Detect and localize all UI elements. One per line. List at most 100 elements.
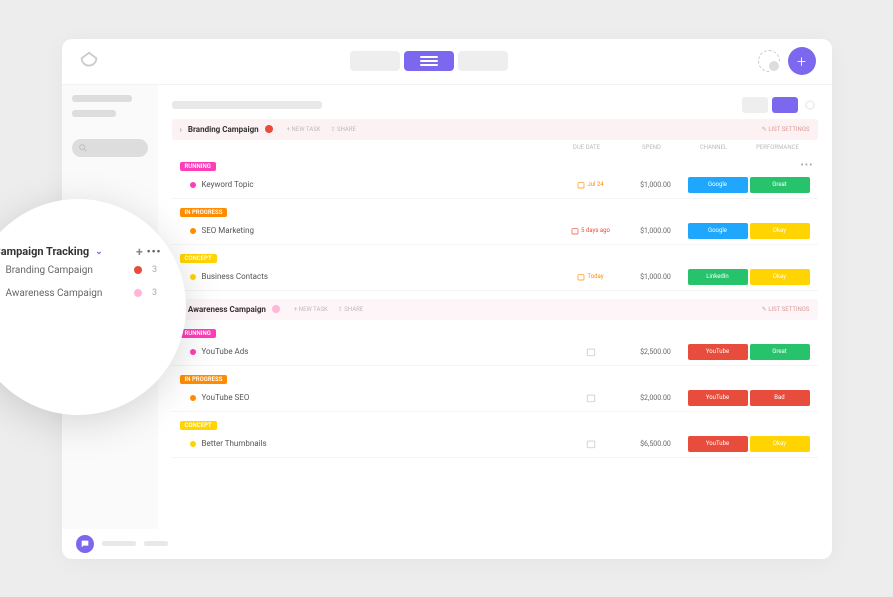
tag-chip[interactable]: Okay — [750, 436, 810, 452]
logo-icon — [78, 50, 100, 72]
task-row[interactable]: •••Keyword TopicJul 24$1,000.00GoogleGre… — [172, 172, 818, 199]
column-headers: DUE DATESPENDCHANNELPERFORMANCE — [172, 140, 818, 153]
share-link[interactable]: ⇪ SHARE — [331, 126, 356, 133]
footer — [62, 529, 832, 559]
sidebar-item-placeholder[interactable] — [72, 110, 116, 117]
view-tabs — [350, 51, 508, 71]
list-icon — [420, 56, 438, 66]
breadcrumb-placeholder — [172, 101, 322, 109]
status-bullet — [190, 349, 196, 355]
task-name: Better Thumbnails — [202, 439, 556, 448]
task-row[interactable]: YouTube SEO $2,000.00YouTubeBad — [172, 385, 818, 412]
task-group: ›Awareness Campaign+ NEW TASK⇪ SHARE✎ LI… — [172, 299, 818, 458]
more-icon[interactable]: ••• — [800, 160, 813, 171]
calendar-icon — [577, 181, 585, 189]
zoom-title[interactable]: Campaign Tracking — [0, 245, 89, 258]
chat-button[interactable] — [76, 535, 94, 553]
calendar-icon — [577, 273, 585, 281]
tab-placeholder[interactable] — [458, 51, 508, 71]
tab-placeholder[interactable] — [350, 51, 400, 71]
tag-chip[interactable]: YouTube — [688, 436, 748, 452]
task-row[interactable]: SEO Marketing5 days ago$1,000.00GoogleOk… — [172, 218, 818, 245]
search-icon — [78, 143, 88, 153]
tag-chip[interactable]: Great — [750, 177, 810, 193]
spend-value[interactable]: $2,500.00 — [626, 348, 686, 356]
status-tag[interactable]: CONCEPT — [180, 421, 217, 430]
sidebar-list-item[interactable]: Awareness Campaign3 — [0, 282, 162, 305]
due-date[interactable] — [556, 347, 626, 357]
due-date[interactable] — [556, 393, 626, 403]
tag-chip[interactable]: LinkedIn — [688, 269, 748, 285]
tag-chip[interactable]: Okay — [750, 269, 810, 285]
sidebar-item-placeholder[interactable] — [72, 95, 132, 102]
status-bullet — [190, 182, 196, 188]
task-row[interactable]: Business ContactsToday$1,000.00LinkedInO… — [172, 264, 818, 291]
toolbar-btn-active[interactable] — [772, 97, 798, 113]
task-name: Business Contacts — [202, 272, 556, 281]
footer-placeholder — [144, 541, 168, 546]
main-content: › Branding Campaign + NEW TASK ⇪ SHARE ✎ LIS… — [158, 85, 832, 529]
sidebar-list-item[interactable]: Branding Campaign3 — [0, 259, 162, 282]
status-tag[interactable]: CONCEPT — [180, 254, 217, 263]
due-date[interactable]: Jul 24 — [556, 181, 626, 189]
chevron-down-icon[interactable]: ⌄ — [95, 247, 103, 257]
status-dot — [134, 266, 142, 274]
tag-chip[interactable]: Bad — [750, 390, 810, 406]
search-input[interactable] — [72, 139, 148, 157]
tab-list-view[interactable] — [404, 51, 454, 71]
more-icon[interactable]: ••• — [147, 245, 162, 258]
tag-chip[interactable]: Google — [688, 223, 748, 239]
task-name: Keyword Topic — [202, 180, 556, 189]
avatar-add[interactable] — [758, 50, 780, 72]
spend-value[interactable]: $2,000.00 — [626, 394, 686, 402]
task-group: › Branding Campaign + NEW TASK ⇪ SHARE ✎ LIS… — [172, 119, 818, 291]
tag-chip[interactable]: YouTube — [688, 344, 748, 360]
status-dot — [272, 305, 280, 313]
tag-chip[interactable]: Google — [688, 177, 748, 193]
status-tag[interactable]: RUNNING — [180, 162, 216, 171]
add-list-button[interactable]: + — [136, 245, 143, 259]
spend-value[interactable]: $6,500.00 — [626, 440, 686, 448]
chevron-right-icon: › — [180, 125, 182, 134]
group-title: Awareness Campaign — [188, 305, 266, 314]
due-date[interactable] — [556, 439, 626, 449]
calendar-icon — [571, 227, 579, 235]
chat-icon — [80, 539, 90, 549]
calendar-icon[interactable] — [586, 439, 596, 449]
due-date[interactable]: Today — [556, 273, 626, 281]
group-title: Branding Campaign — [188, 125, 259, 134]
list-settings-link[interactable]: ✎ LIST SETTINGS — [762, 306, 810, 313]
list-label: Awareness Campaign — [6, 288, 103, 299]
due-date[interactable]: 5 days ago — [556, 227, 626, 235]
tag-chip[interactable]: Great — [750, 344, 810, 360]
group-header[interactable]: ›Awareness Campaign+ NEW TASK⇪ SHARE✎ LI… — [172, 299, 818, 320]
calendar-icon[interactable] — [586, 393, 596, 403]
spend-value[interactable]: $1,000.00 — [626, 273, 686, 281]
count-badge: 3 — [148, 265, 162, 275]
share-link[interactable]: ⇪ SHARE — [338, 306, 363, 313]
task-row[interactable]: Better Thumbnails $6,500.00YouTubeOkay — [172, 431, 818, 458]
new-task-link[interactable]: + NEW TASK — [287, 126, 321, 133]
status-tag[interactable]: IN PROGRESS — [180, 375, 228, 384]
gear-icon[interactable] — [802, 97, 818, 113]
list-settings-link[interactable]: ✎ LIST SETTINGS — [762, 126, 810, 133]
toolbar-btn[interactable] — [742, 97, 768, 113]
status-tag[interactable]: RUNNING — [180, 329, 216, 338]
tag-chip[interactable]: YouTube — [688, 390, 748, 406]
new-task-link[interactable]: + NEW TASK — [294, 306, 328, 313]
tag-chip[interactable]: Okay — [750, 223, 810, 239]
status-dot — [134, 289, 142, 297]
spend-value[interactable]: $1,000.00 — [626, 227, 686, 235]
app-window: + › Branding Campaign + NEW TASK ⇪ SHARE ✎ L… — [62, 39, 832, 559]
create-button[interactable]: + — [788, 47, 816, 75]
status-tag[interactable]: IN PROGRESS — [180, 208, 228, 217]
group-header[interactable]: › Branding Campaign + NEW TASK ⇪ SHARE ✎ LIS… — [172, 119, 818, 140]
topbar: + — [62, 39, 832, 85]
status-bullet — [190, 228, 196, 234]
calendar-icon[interactable] — [586, 347, 596, 357]
task-name: SEO Marketing — [202, 226, 556, 235]
task-name: YouTube Ads — [202, 347, 556, 356]
task-row[interactable]: YouTube Ads $2,500.00YouTubeGreat — [172, 339, 818, 366]
spend-value[interactable]: $1,000.00 — [626, 181, 686, 189]
task-name: YouTube SEO — [202, 393, 556, 402]
